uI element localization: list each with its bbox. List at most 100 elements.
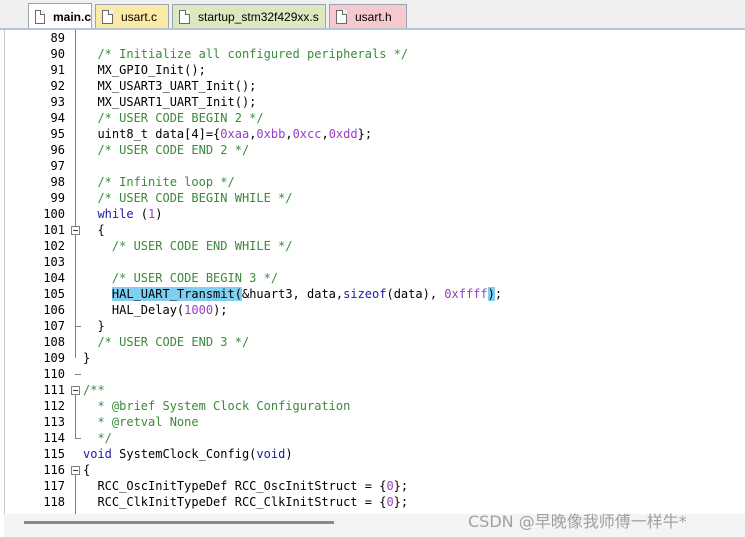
code-text: /* USER CODE BEGIN WHILE */	[83, 190, 293, 206]
line-number: 110	[43, 367, 65, 381]
code-line[interactable]: 108 /* USER CODE END 3 */	[5, 334, 742, 350]
code-token: &huart3, data,	[241, 287, 344, 301]
code-text: uint8_t data[4]={0xaa,0xbb,0xcc,0xdd};	[83, 126, 372, 142]
line-number: 103	[43, 255, 65, 269]
code-line[interactable]: 104 /* USER CODE BEGIN 3 */	[5, 270, 742, 286]
code-token: HAL_UART_Transmit	[111, 287, 235, 301]
code-line[interactable]: 116 {	[5, 462, 742, 478]
code-line[interactable]: 110	[5, 366, 742, 382]
tab-label: usart.c	[121, 9, 158, 24]
fold-toggle-icon[interactable]	[71, 386, 80, 395]
code-line[interactable]: 97	[5, 158, 742, 174]
code-token: /* USER CODE BEGIN 2 */	[97, 111, 264, 125]
line-number: 95	[50, 127, 65, 141]
fold-guide	[75, 395, 76, 438]
code-line[interactable]: 106 HAL_Delay(1000);	[5, 302, 742, 318]
fold-toggle-icon[interactable]	[71, 226, 80, 235]
code-text: /* USER CODE END 3 */	[83, 334, 249, 350]
code-editor[interactable]: 89 90 /* Initialize all configured periph…	[4, 30, 745, 514]
tab-usart-h[interactable]: usart.h	[329, 4, 407, 28]
code-token: HAL_Delay(	[83, 303, 185, 317]
code-line[interactable]: 94 /* USER CODE BEGIN 2 */	[5, 110, 742, 126]
code-token: )	[155, 207, 163, 221]
code-line[interactable]: 93 MX_USART1_UART_Init();	[5, 94, 742, 110]
line-number: 106	[43, 303, 65, 317]
code-token: };	[393, 479, 409, 493]
line-number: 117	[43, 479, 65, 493]
code-line[interactable]: 103	[5, 254, 742, 270]
tab-main-c[interactable]: main.c	[28, 3, 92, 29]
fold-end-marker	[75, 374, 81, 375]
code-token: /* USER CODE BEGIN 3 */	[111, 271, 279, 285]
code-token: MX_GPIO_Init();	[83, 63, 206, 77]
line-number: 97	[50, 159, 65, 173]
code-token: )	[285, 447, 293, 461]
code-text: }	[83, 350, 90, 366]
code-line[interactable]: 95 uint8_t data[4]={0xaa,0xbb,0xcc,0xdd}…	[5, 126, 742, 142]
scrollbar-thumb[interactable]	[24, 521, 334, 524]
code-token: );	[213, 303, 228, 317]
code-token: {	[83, 223, 105, 237]
code-token: (data),	[386, 287, 445, 301]
code-line[interactable]: 96 /* USER CODE END 2 */	[5, 142, 742, 158]
fold-toggle-icon[interactable]	[71, 466, 80, 475]
code-line[interactable]: 101 {	[5, 222, 742, 238]
code-token: 0xffff	[444, 287, 488, 301]
code-line[interactable]: 109}	[5, 350, 742, 366]
code-line[interactable]: 102 /* USER CODE END WHILE */	[5, 238, 742, 254]
file-icon	[179, 9, 190, 24]
code-line[interactable]: 89	[5, 30, 742, 46]
tab-label: main.c	[52, 9, 91, 24]
code-text: */	[83, 430, 111, 446]
code-token: }	[83, 319, 105, 333]
code-token: 0xdd	[328, 127, 358, 141]
line-number: 104	[43, 271, 65, 285]
file-icon	[102, 9, 113, 24]
code-text: }	[83, 318, 105, 334]
code-line[interactable]: 90 /* Initialize all configured peripher…	[5, 46, 742, 62]
code-text: * @retval None	[83, 414, 198, 430]
file-icon	[336, 9, 347, 24]
line-number: 100	[43, 207, 65, 221]
line-number: 112	[43, 399, 65, 413]
code-line[interactable]: 91 MX_GPIO_Init();	[5, 62, 742, 78]
code-line[interactable]: 114 */	[5, 430, 742, 446]
code-text: /* USER CODE BEGIN 2 */	[83, 110, 264, 126]
code-line[interactable]: 117 RCC_OscInitTypeDef RCC_OscInitStruct…	[5, 478, 742, 494]
code-text: /* USER CODE BEGIN 3 */	[83, 270, 278, 286]
code-token: MX_USART1_UART_Init();	[83, 95, 257, 109]
code-line[interactable]: 98 /* Infinite loop */	[5, 174, 742, 190]
code-line[interactable]: 99 /* USER CODE BEGIN WHILE */	[5, 190, 742, 206]
code-text: RCC_OscInitTypeDef RCC_OscInitStruct = {…	[83, 478, 408, 494]
code-token: )	[487, 287, 495, 301]
code-text: RCC_ClkInitTypeDef RCC_ClkInitStruct = {…	[83, 494, 408, 510]
code-line[interactable]: 111 /**	[5, 382, 742, 398]
code-token: /* USER CODE BEGIN WHILE */	[97, 191, 293, 205]
tab-usart-c[interactable]: usart.c	[95, 4, 169, 28]
code-token: 0xaa	[220, 127, 250, 141]
code-token: void	[256, 447, 286, 461]
code-line[interactable]: 92 MX_USART3_UART_Init();	[5, 78, 742, 94]
file-tab-bar: main.c usart.c startup_stm32f429xx.s usa…	[0, 0, 745, 30]
code-line[interactable]: 115 void SystemClock_Config(void)	[5, 446, 742, 462]
code-token: /* Infinite loop */	[97, 175, 235, 189]
code-line[interactable]: 107 }	[5, 318, 742, 334]
code-token: ,	[285, 127, 293, 141]
fold-guide	[75, 235, 76, 326]
tab-startup-s[interactable]: startup_stm32f429xx.s	[172, 4, 326, 28]
code-line[interactable]: 112 * @brief System Clock Configuration	[5, 398, 742, 414]
code-text: /* Infinite loop */	[83, 174, 235, 190]
code-line[interactable]: 105 HAL_UART_Transmit(&huart3, data,size…	[5, 286, 742, 302]
code-line[interactable]: 100 while (1)	[5, 206, 742, 222]
code-text: while (1)	[83, 206, 163, 222]
line-number: 91	[50, 63, 65, 77]
code-token: RCC_ClkInitTypeDef RCC_ClkInitStruct = {	[83, 495, 387, 509]
line-number: 102	[43, 239, 65, 253]
code-line[interactable]: 113 * @retval None	[5, 414, 742, 430]
